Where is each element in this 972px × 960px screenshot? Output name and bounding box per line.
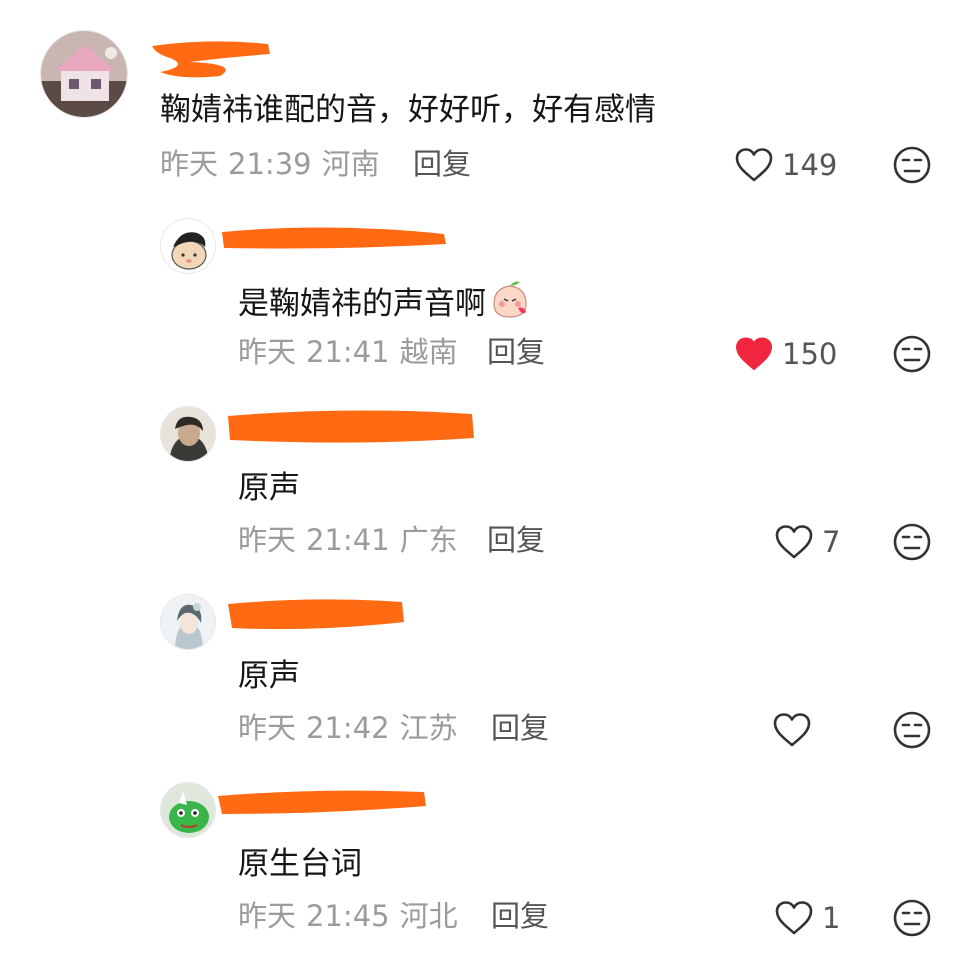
dislike-button[interactable] — [892, 145, 932, 185]
neutral-face-icon — [892, 710, 932, 750]
comment-time: 21:45 — [306, 899, 390, 933]
avatar[interactable] — [160, 406, 216, 462]
comment-time: 21:42 — [306, 711, 390, 745]
comment-region: 河南 — [321, 147, 380, 181]
avatar[interactable] — [160, 782, 216, 838]
comment-text: 原生台词 — [238, 846, 362, 882]
like-count: 1 — [822, 901, 841, 935]
username-redacted[interactable] — [150, 36, 275, 78]
comment-text: 原声 — [238, 470, 300, 506]
reply-button[interactable]: 回复 — [487, 522, 545, 558]
reply-button[interactable]: 回复 — [491, 710, 549, 746]
like-button[interactable]: 7 — [774, 522, 840, 562]
comment-meta: 昨天 21:41 广东 — [238, 522, 458, 558]
comment-date: 昨天 — [238, 711, 297, 745]
comment-5: 原生台词 昨天 21:45 河北 回复 1 — [0, 770, 972, 960]
heart-outline-icon — [774, 900, 814, 936]
comment-date: 昨天 — [160, 147, 219, 181]
comment-date: 昨天 — [238, 899, 297, 933]
comment-text: 鞠婧祎谁配的音，好好听，好有感情 — [160, 92, 656, 128]
dislike-button[interactable] — [892, 334, 932, 374]
avatar[interactable] — [40, 30, 128, 118]
heart-outline-icon — [734, 147, 774, 183]
neutral-face-icon — [892, 145, 932, 185]
neutral-face-icon — [892, 898, 932, 938]
comment-date: 昨天 — [238, 335, 297, 369]
like-button[interactable] — [772, 710, 820, 750]
avatar[interactable] — [160, 594, 216, 650]
username-redacted[interactable] — [226, 408, 478, 443]
like-count: 149 — [782, 148, 838, 182]
username-redacted[interactable] — [216, 788, 428, 818]
reply-button[interactable]: 回复 — [491, 898, 549, 934]
neutral-face-icon — [892, 522, 932, 562]
comment-meta: 昨天 21:39 河南 — [160, 146, 380, 182]
comment-meta: 昨天 21:41 越南 — [238, 334, 458, 370]
comment-2: 是鞠婧祎的声音啊 昨天 21:41 越南 回复 150 — [0, 200, 972, 390]
dislike-button[interactable] — [892, 710, 932, 750]
like-count: 7 — [822, 525, 841, 559]
comment-region: 河北 — [399, 899, 458, 933]
like-button[interactable]: 149 — [734, 145, 837, 185]
comment-3: 原声 昨天 21:41 广东 回复 7 — [0, 390, 972, 580]
comment-time: 21:41 — [306, 523, 390, 557]
heart-outline-icon — [774, 524, 814, 560]
comment-meta: 昨天 21:42 江苏 — [238, 710, 458, 746]
reply-button[interactable]: 回复 — [413, 146, 471, 182]
comment-time: 21:41 — [306, 335, 390, 369]
comment-meta: 昨天 21:45 河北 — [238, 898, 458, 934]
comment-text: 是鞠婧祎的声音啊 — [238, 280, 532, 330]
heart-filled-icon — [734, 336, 774, 372]
comment-region: 越南 — [399, 335, 458, 369]
like-count: 150 — [782, 337, 838, 371]
avatar[interactable] — [160, 218, 216, 274]
comment-region: 广东 — [399, 523, 458, 557]
comment-region: 江苏 — [399, 711, 458, 745]
neutral-face-icon — [892, 334, 932, 374]
comment-1: 鞠婧祎谁配的音，好好听，好有感情 昨天 21:39 河南 回复 149 — [0, 0, 972, 200]
like-button[interactable]: 1 — [774, 898, 840, 938]
dislike-button[interactable] — [892, 898, 932, 938]
comment-time: 21:39 — [228, 147, 312, 181]
comment-4: 原声 昨天 21:42 江苏 回复 — [0, 580, 972, 770]
username-redacted[interactable] — [220, 224, 448, 254]
dislike-button[interactable] — [892, 522, 932, 562]
heart-outline-icon — [772, 712, 812, 748]
comment-date: 昨天 — [238, 523, 297, 557]
reply-button[interactable]: 回复 — [487, 334, 545, 370]
blushing-peach-emoji — [488, 280, 532, 330]
comment-text: 原声 — [238, 658, 300, 694]
username-redacted[interactable] — [226, 596, 406, 630]
like-button[interactable]: 150 — [734, 334, 837, 374]
